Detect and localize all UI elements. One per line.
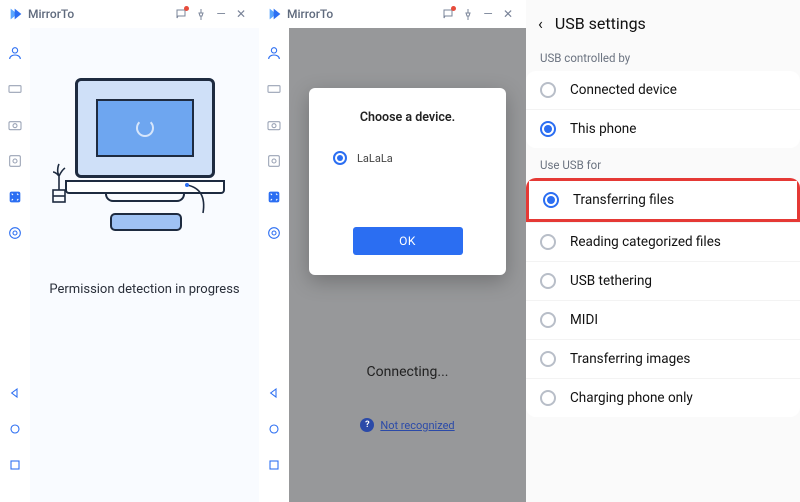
notification-icon[interactable] <box>171 4 191 24</box>
record-icon[interactable] <box>6 152 24 170</box>
settings-title: USB settings <box>555 14 646 33</box>
pin-icon[interactable] <box>458 4 478 24</box>
section-label-controlled-by: USB controlled by <box>526 43 800 71</box>
close-icon[interactable]: ✕ <box>498 4 518 24</box>
status-text: Permission detection in progress <box>30 282 259 297</box>
option-connected-device[interactable]: Connected device <box>526 71 800 109</box>
side-toolbar <box>0 28 30 502</box>
back-icon[interactable] <box>265 384 283 402</box>
settings-header: ‹ USB settings <box>526 0 800 43</box>
record-icon[interactable] <box>265 152 283 170</box>
app-logo: MirrorTo <box>8 6 74 22</box>
keyboard-icon[interactable] <box>6 80 24 98</box>
expand-icon[interactable] <box>265 188 283 206</box>
main-content: Connecting... ? Not recognized Choose a … <box>289 28 526 502</box>
radio-icon <box>540 390 556 406</box>
app-name: MirrorTo <box>28 7 74 21</box>
back-icon[interactable]: ‹ <box>538 14 543 33</box>
radio-icon <box>540 351 556 367</box>
device-name: LaLaLa <box>357 152 393 165</box>
radio-icon <box>540 121 556 137</box>
title-bar: MirrorTo — ✕ <box>0 0 259 28</box>
user-icon[interactable] <box>6 44 24 62</box>
app-logo: MirrorTo <box>267 6 333 22</box>
app-window-connecting: MirrorTo — ✕ Connecting... ? Not recogni… <box>259 0 526 502</box>
home-icon[interactable] <box>6 420 24 438</box>
option-reading-categorized[interactable]: Reading categorized files <box>526 222 800 261</box>
not-recognized-row: ? Not recognized <box>289 418 526 432</box>
option-transferring-files[interactable]: Transferring files <box>526 178 800 222</box>
option-transferring-images[interactable]: Transferring images <box>526 339 800 378</box>
usb-cable <box>185 183 215 223</box>
back-icon[interactable] <box>6 384 24 402</box>
plant-icon <box>47 146 71 206</box>
minimize-icon[interactable]: — <box>478 4 498 24</box>
radio-icon <box>540 234 556 250</box>
ok-button[interactable]: OK <box>353 227 463 255</box>
radio-icon <box>333 151 347 165</box>
close-icon[interactable]: ✕ <box>231 4 251 24</box>
pin-icon[interactable] <box>191 4 211 24</box>
option-this-phone[interactable]: This phone <box>526 109 800 148</box>
app-window-permission: MirrorTo — ✕ Permission detection in pro… <box>0 0 259 502</box>
dialog-title: Choose a device. <box>327 110 488 125</box>
main-content: Permission detection in progress <box>30 28 259 502</box>
connecting-text: Connecting... <box>289 364 526 380</box>
settings-icon[interactable] <box>6 224 24 242</box>
device-option[interactable]: LaLaLa <box>327 147 488 169</box>
camera-icon[interactable] <box>265 116 283 134</box>
notification-icon[interactable] <box>438 4 458 24</box>
expand-icon[interactable] <box>6 188 24 206</box>
minimize-icon[interactable]: — <box>211 4 231 24</box>
recent-icon[interactable] <box>265 456 283 474</box>
radio-icon <box>540 312 556 328</box>
radio-icon <box>543 192 559 208</box>
choose-device-dialog: Choose a device. LaLaLa OK <box>309 88 506 275</box>
keyboard-icon[interactable] <box>265 80 283 98</box>
recent-icon[interactable] <box>6 456 24 474</box>
laptop-illustration <box>55 58 235 238</box>
settings-icon[interactable] <box>265 224 283 242</box>
home-icon[interactable] <box>265 420 283 438</box>
phone-illustration <box>110 213 182 231</box>
usb-settings-screen: ‹ USB settings USB controlled by Connect… <box>526 0 800 502</box>
help-icon[interactable]: ? <box>360 418 374 432</box>
option-usb-tethering[interactable]: USB tethering <box>526 261 800 300</box>
section-label-use-usb-for: Use USB for <box>526 150 800 178</box>
radio-icon <box>540 82 556 98</box>
title-bar: MirrorTo — ✕ <box>259 0 526 28</box>
side-toolbar <box>259 28 289 502</box>
option-charging-only[interactable]: Charging phone only <box>526 378 800 417</box>
laptop-stand <box>105 194 185 202</box>
not-recognized-link[interactable]: Not recognized <box>380 419 454 432</box>
user-icon[interactable] <box>265 44 283 62</box>
option-midi[interactable]: MIDI <box>526 300 800 339</box>
app-name: MirrorTo <box>287 7 333 21</box>
radio-icon <box>540 273 556 289</box>
camera-icon[interactable] <box>6 116 24 134</box>
laptop-screen <box>75 78 215 178</box>
